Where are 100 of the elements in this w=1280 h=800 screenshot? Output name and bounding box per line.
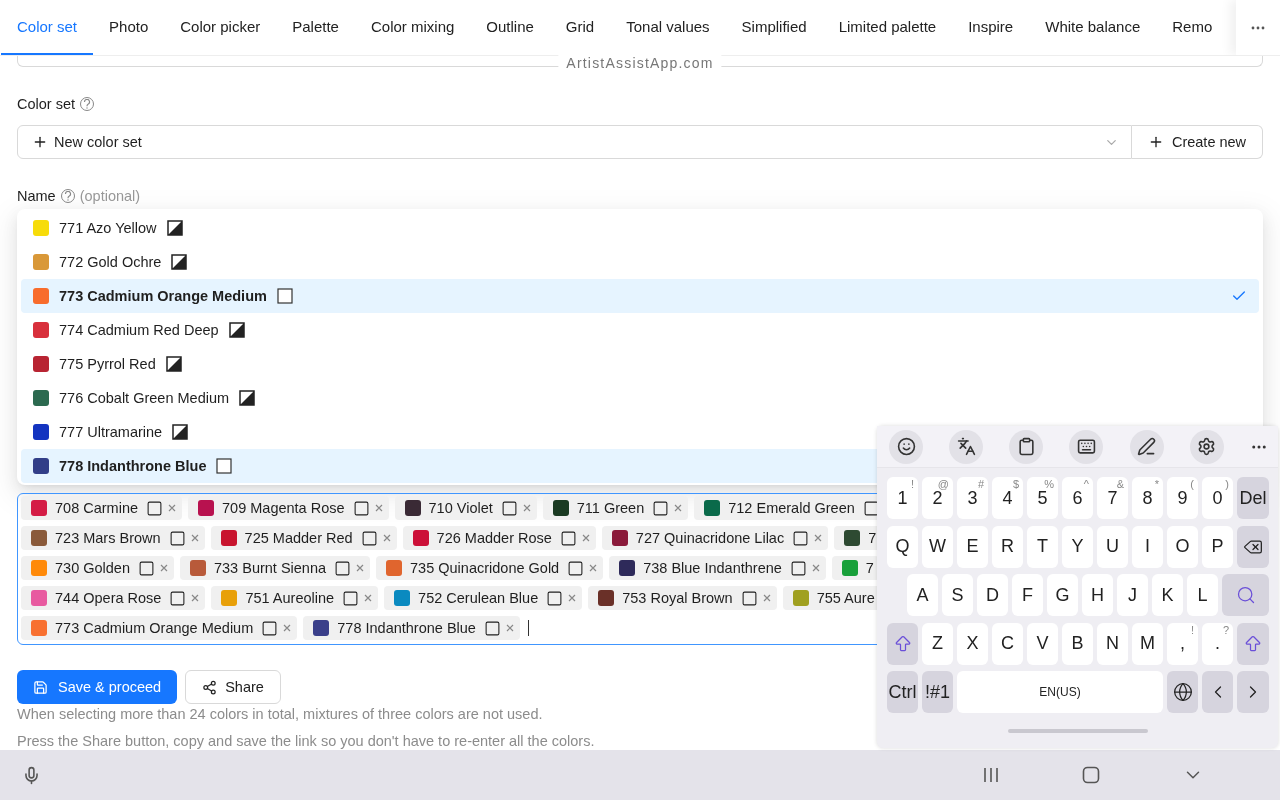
key[interactable]: V <box>1027 622 1058 665</box>
key[interactable]: !#1 <box>922 671 953 713</box>
close-icon[interactable] <box>588 563 599 573</box>
close-icon[interactable] <box>504 623 515 633</box>
close-icon[interactable] <box>673 503 684 513</box>
tab[interactable]: Photo <box>93 0 165 55</box>
key[interactable]: 1 ! <box>887 477 918 519</box>
close-icon[interactable] <box>567 593 578 603</box>
key[interactable]: 9 ( <box>1167 477 1198 519</box>
close-icon[interactable] <box>363 593 374 603</box>
home-icon[interactable] <box>1082 766 1100 784</box>
recents-icon[interactable] <box>982 767 1000 783</box>
key[interactable] <box>1167 671 1198 713</box>
close-icon[interactable] <box>761 593 772 603</box>
dropdown-option[interactable]: 773 Cadmium Orange Medium <box>21 279 1259 313</box>
key[interactable]: , ! <box>1167 622 1198 665</box>
smile-icon[interactable] <box>889 429 923 464</box>
save-button[interactable]: Save & proceed <box>17 670 178 704</box>
tab[interactable]: Simplified <box>725 0 823 55</box>
key[interactable]: F <box>1012 574 1043 616</box>
close-icon[interactable] <box>580 533 591 543</box>
close-icon[interactable] <box>373 503 384 513</box>
tag-label: 710 Violet <box>428 500 493 516</box>
close-icon[interactable] <box>167 503 177 513</box>
key[interactable]: G <box>1047 574 1078 616</box>
tab[interactable]: Color picker <box>164 0 277 55</box>
key[interactable]: K <box>1152 574 1183 616</box>
search-icon <box>1235 585 1256 605</box>
key[interactable]: C <box>992 622 1023 665</box>
key[interactable]: Ctrl <box>887 671 918 713</box>
tab[interactable]: Outline <box>470 0 550 55</box>
key[interactable]: I <box>1132 525 1163 568</box>
key[interactable] <box>1237 525 1269 568</box>
key[interactable]: B <box>1062 622 1093 665</box>
key[interactable]: P <box>1202 525 1233 568</box>
tab[interactable]: Palette <box>276 0 355 55</box>
tab[interactable]: Limited palette <box>822 0 953 55</box>
close-icon[interactable] <box>521 503 532 513</box>
mic-icon[interactable] <box>22 765 41 785</box>
key[interactable]: . ? <box>1202 622 1233 665</box>
key[interactable]: 4 $ <box>992 477 1023 519</box>
key[interactable]: W <box>922 525 953 568</box>
close-icon[interactable] <box>190 593 201 603</box>
key[interactable]: 7 & <box>1097 477 1128 519</box>
tag-label: 778 Indanthrone Blue <box>337 620 476 636</box>
tab[interactable]: Grid <box>549 0 611 55</box>
dropdown-option[interactable]: 774 Cadmium Red Deep <box>21 313 1259 347</box>
key[interactable]: L <box>1187 574 1218 616</box>
close-icon[interactable] <box>355 563 366 573</box>
keyboard-icon[interactable] <box>1069 429 1104 464</box>
close-icon[interactable] <box>813 533 824 543</box>
key[interactable]: A <box>907 574 938 616</box>
key[interactable]: Del <box>1237 477 1269 519</box>
dropdown-option[interactable]: 771 Azo Yellow <box>21 211 1259 245</box>
key[interactable]: Z <box>922 622 953 665</box>
key[interactable]: D <box>977 574 1008 616</box>
key[interactable]: U <box>1097 525 1128 568</box>
tab[interactable]: Remo <box>1156 0 1229 55</box>
key[interactable]: O <box>1167 525 1198 568</box>
key[interactable]: 5 % <box>1027 477 1058 519</box>
close-icon[interactable] <box>159 563 169 573</box>
close-icon[interactable] <box>189 533 200 543</box>
key[interactable]: Q <box>887 525 918 568</box>
key[interactable]: J <box>1117 574 1148 616</box>
key[interactable]: Y <box>1062 525 1093 568</box>
key[interactable]: 3 # <box>957 477 988 519</box>
clipboard-icon[interactable] <box>1009 429 1044 464</box>
key[interactable]: 2 @ <box>922 477 953 519</box>
dropdown-option[interactable]: 772 Gold Ochre <box>21 245 1259 279</box>
key[interactable]: H <box>1082 574 1113 616</box>
tab[interactable]: Inspire <box>952 0 1030 55</box>
key[interactable]: 6 ^ <box>1062 477 1093 519</box>
tab[interactable]: Color mixing <box>354 0 471 55</box>
dropdown-option[interactable]: 776 Cobalt Green Medium <box>21 381 1259 415</box>
settings-icon[interactable] <box>1189 429 1224 464</box>
key[interactable]: M <box>1132 622 1163 665</box>
space-key[interactable]: EN(US) <box>957 671 1163 713</box>
square-icon <box>652 499 670 517</box>
key[interactable]: R <box>992 525 1023 568</box>
dropdown-option[interactable]: 775 Pyrrol Red <box>21 347 1259 381</box>
tag-label: 723 Mars Brown <box>55 530 161 546</box>
close-icon[interactable] <box>810 563 821 573</box>
key[interactable]: T <box>1027 525 1058 568</box>
key[interactable]: S <box>942 574 973 616</box>
key[interactable]: 0 ) <box>1202 477 1233 519</box>
square-icon <box>792 529 810 547</box>
close-icon[interactable] <box>282 623 293 633</box>
key[interactable]: 8 * <box>1132 477 1163 519</box>
create-new-button[interactable]: Create new <box>1132 125 1263 159</box>
key[interactable]: N <box>1097 622 1128 665</box>
translate-icon[interactable] <box>949 429 984 464</box>
tab[interactable]: White balance <box>1029 0 1157 55</box>
handwriting-icon[interactable] <box>1129 429 1164 464</box>
share-button[interactable]: Share <box>185 670 281 704</box>
close-icon[interactable] <box>381 533 392 543</box>
key[interactable]: E <box>957 525 988 568</box>
color-set-select[interactable]: New color set <box>17 125 1132 159</box>
tab[interactable]: Tonal values <box>610 0 726 55</box>
tab[interactable]: Color set <box>1 0 94 55</box>
key[interactable]: X <box>957 622 988 665</box>
